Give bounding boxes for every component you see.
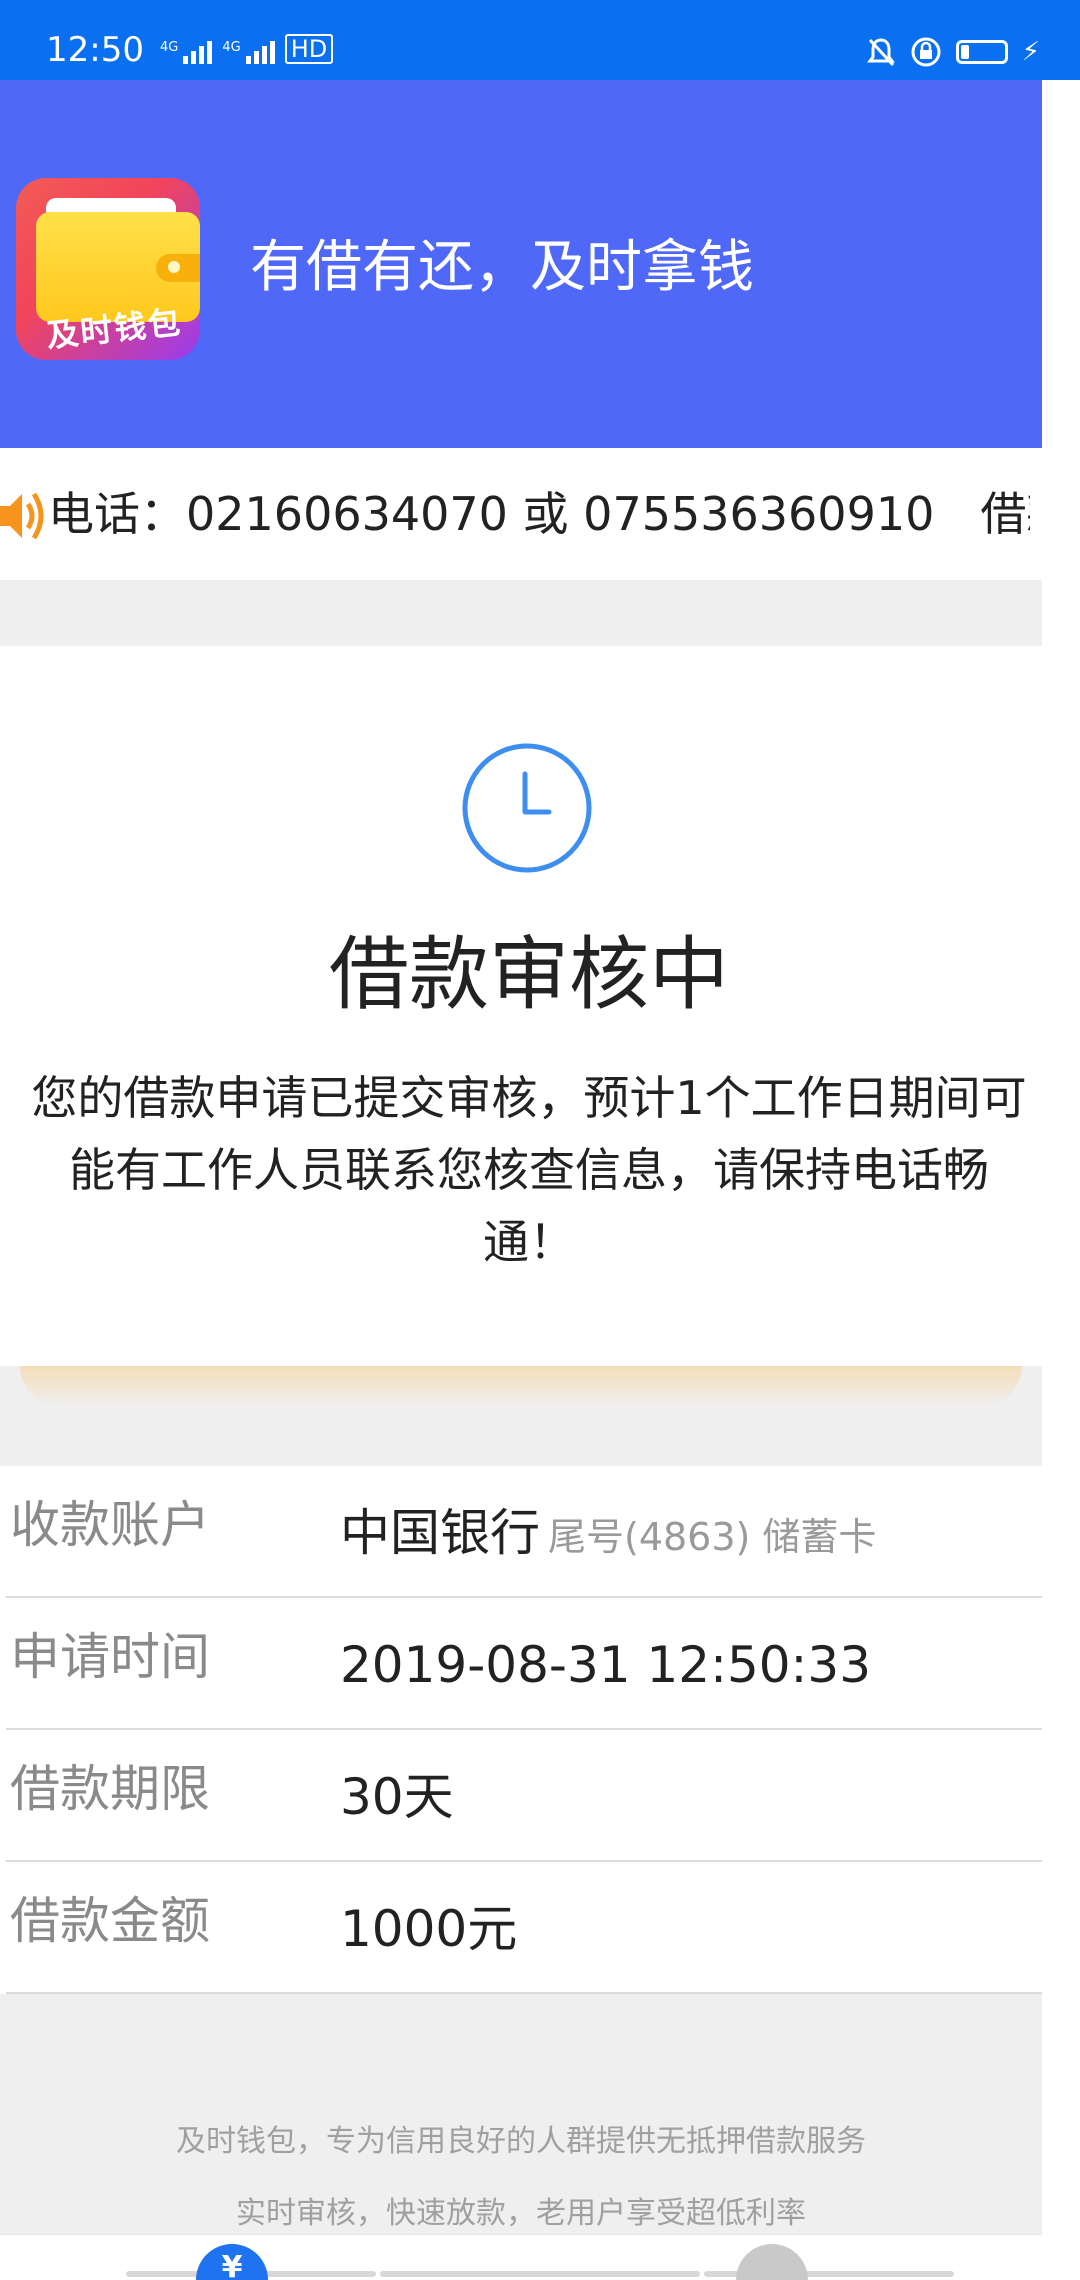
detail-row-apply-time: 申请时间 2019-08-31 12:50:33 — [6, 1598, 1042, 1730]
status-bar: 12:50 4G 4G HD ⚡ — [0, 0, 1080, 80]
tab-loan[interactable]: ¥ — [196, 2244, 268, 2280]
detail-row-amount: 借款金额 1000元 — [6, 1862, 1042, 1994]
footer-line-1: 及时钱包，专为信用良好的人群提供无抵押借款服务 — [176, 2124, 866, 2159]
card-shadow — [0, 1366, 1042, 1466]
lock-rotation-icon — [911, 37, 941, 67]
speaker-icon — [0, 492, 44, 540]
detail-value: 30天 — [340, 1768, 454, 1826]
hd-voice-icon: HD — [284, 34, 334, 64]
status-right-icons: ⚡ — [866, 36, 1040, 68]
section-divider — [0, 580, 1042, 646]
status-description: 您的借款申请已提交审核，预计1个工作日期间可能有工作人员联系您核查信息，请保持电… — [31, 1071, 1027, 1269]
detail-label: 借款期限 — [10, 1760, 210, 1818]
battery-icon — [955, 40, 1008, 64]
status-time: 12:50 — [46, 30, 144, 70]
detail-value: 2019-08-31 12:50:33 — [340, 1636, 872, 1694]
detail-label: 收款账户 — [10, 1496, 210, 1554]
detail-row-term: 借款期限 30天 — [6, 1730, 1042, 1862]
signal-icon: 4G — [160, 41, 213, 64]
app-screen: 12:50 4G 4G HD ⚡ 及时钱包 有借有还，及时拿钱 电话：02160… — [0, 0, 1080, 2280]
detail-label: 申请时间 — [10, 1628, 210, 1686]
bottom-tab-bar — [0, 2234, 1042, 2280]
header-slogan: 有借有还，及时拿钱 — [250, 235, 754, 300]
yen-icon: ¥ — [221, 2250, 243, 2280]
notice-marquee: 电话：02160634070 或 075536360910 借款 — [0, 448, 1030, 580]
page-edge — [1042, 80, 1080, 2280]
status-title: 借款审核中 — [329, 928, 729, 1021]
bell-muted-icon — [866, 38, 895, 67]
card-tail-info: 尾号(4863) 储蓄卡 — [548, 1515, 877, 1559]
app-logo: 及时钱包 — [16, 178, 200, 360]
footer-line-2: 实时审核，快速放款，老用户享受超低利率 — [236, 2196, 806, 2231]
clock-icon — [462, 743, 592, 873]
signal-icon: 4G — [222, 41, 275, 64]
detail-value: 中国银行 尾号(4863) 储蓄卡 — [340, 1504, 877, 1562]
detail-label: 借款金额 — [10, 1892, 210, 1950]
detail-value: 1000元 — [340, 1900, 518, 1958]
detail-row-account: 收款账户 中国银行 尾号(4863) 储蓄卡 — [6, 1466, 1042, 1598]
loan-details: 收款账户 中国银行 尾号(4863) 储蓄卡 申请时间 2019-08-31 12… — [0, 1466, 1042, 1994]
charging-icon: ⚡ — [1021, 37, 1040, 67]
signal-indicators: 4G 4G HD — [160, 34, 334, 64]
notice-text: 电话：02160634070 或 075536360910 借款 — [48, 487, 1030, 541]
